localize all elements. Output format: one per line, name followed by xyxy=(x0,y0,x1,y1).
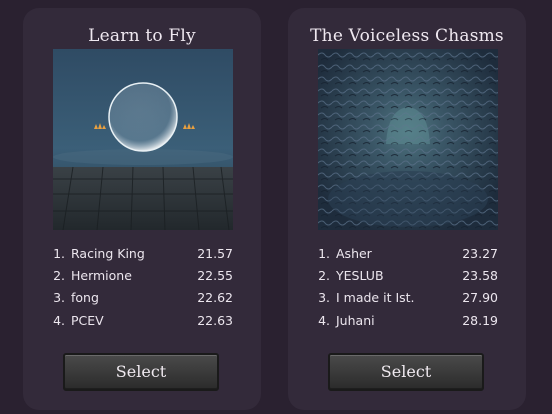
player-time: 21.57 xyxy=(197,245,233,261)
leaderboard-row: 2. YESLUB 23.58 xyxy=(318,264,498,286)
player-name: YESLUB xyxy=(336,267,384,283)
player-time: 22.55 xyxy=(197,267,233,283)
rank: 1. xyxy=(53,245,65,261)
leaderboard-row: 4. Juhani 28.19 xyxy=(318,309,498,331)
player-name: fong xyxy=(71,290,99,306)
rank: 4. xyxy=(53,312,65,328)
leaderboard-row: 2. Hermione 22.55 xyxy=(53,264,233,286)
leaderboard: 1. Racing King 21.57 2. Hermione 22.55 3… xyxy=(53,242,233,331)
level-card-voiceless-chasms: The Voiceless Chasms 1. Asher 23.27 2. Y… xyxy=(288,8,526,410)
select-button[interactable]: Select xyxy=(63,353,219,391)
player-name: Racing King xyxy=(71,245,145,261)
level-title: The Voiceless Chasms xyxy=(310,26,504,46)
leaderboard: 1. Asher 23.27 2. YESLUB 23.58 3. I made… xyxy=(318,242,498,331)
player-name: Hermione xyxy=(71,267,132,283)
leaderboard-row: 1. Asher 23.27 xyxy=(318,242,498,264)
select-button[interactable]: Select xyxy=(328,353,484,391)
player-time: 23.27 xyxy=(462,245,498,261)
rank: 3. xyxy=(53,290,65,306)
level-preview-image xyxy=(318,49,498,230)
level-card-learn-to-fly: Learn to Fly 1. Racing King 21.57 2. Her… xyxy=(23,8,261,410)
rank: 2. xyxy=(53,267,65,283)
leaderboard-row: 3. fong 22.62 xyxy=(53,287,233,309)
player-time: 22.63 xyxy=(197,312,233,328)
level-title: Learn to Fly xyxy=(88,26,196,46)
player-time: 28.19 xyxy=(462,312,498,328)
leaderboard-row: 1. Racing King 21.57 xyxy=(53,242,233,264)
rank: 2. xyxy=(318,267,330,283)
level-select-screen: Learn to Fly 1. Racing King 21.57 2. Her… xyxy=(0,0,552,414)
rank: 3. xyxy=(318,290,330,306)
player-name: PCEV xyxy=(71,312,104,328)
player-time: 23.58 xyxy=(462,267,498,283)
leaderboard-row: 4. PCEV 22.63 xyxy=(53,309,233,331)
player-name: Asher xyxy=(336,245,372,261)
rank: 1. xyxy=(318,245,330,261)
rank: 4. xyxy=(318,312,330,328)
player-time: 22.62 xyxy=(197,290,233,306)
leaderboard-row: 3. I made it Ist. 27.90 xyxy=(318,287,498,309)
player-name: I made it Ist. xyxy=(336,290,415,306)
level-preview-image xyxy=(53,49,233,230)
player-name: Juhani xyxy=(336,312,375,328)
player-time: 27.90 xyxy=(462,290,498,306)
